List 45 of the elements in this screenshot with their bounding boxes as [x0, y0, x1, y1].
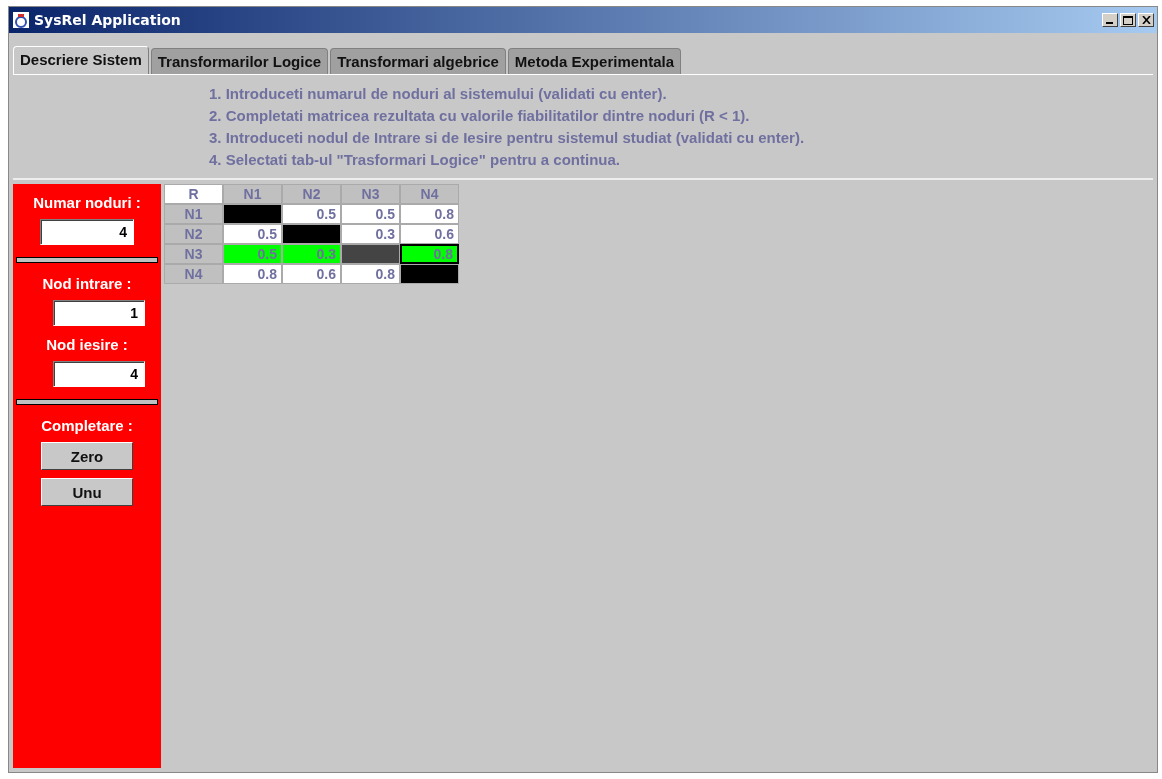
instruction-line: 2. Completati matricea rezultata cu valorile fiabilitatilor dintre noduri (R < 1).: [209, 107, 751, 124]
entry-node-field[interactable]: 1: [53, 300, 145, 326]
exit-node-field[interactable]: 4: [53, 361, 145, 387]
window-title: SysRel Application: [34, 12, 181, 28]
matrix-cell[interactable]: 0.5: [223, 224, 282, 244]
row-header: N4: [164, 264, 223, 284]
instruction-line: 3. Introduceti nodul de Intrare si de Iesire pentru sistemul studiat (validati cu enter).: [209, 129, 806, 146]
close-button[interactable]: [1138, 13, 1154, 27]
column-header: N3: [341, 184, 400, 204]
row-header: N1: [164, 204, 223, 224]
tab[interactable]: Transformarilor Logice: [150, 48, 329, 74]
column-header: N2: [282, 184, 341, 204]
close-icon: [1141, 16, 1151, 24]
node-count-field[interactable]: 4: [40, 219, 134, 245]
instruction-line: 1. Introduceti numarul de noduri al sistemului (validati cu enter).: [209, 85, 668, 102]
node-count-label: Numar noduri :: [33, 194, 141, 211]
tab[interactable]: Descriere Sistem: [13, 46, 149, 74]
matrix-cell[interactable]: 0.5: [341, 204, 400, 224]
maximize-icon: [1123, 15, 1133, 25]
app-icon: [12, 11, 30, 29]
tab[interactable]: Transformari algebrice: [330, 48, 506, 74]
tab[interactable]: Metoda Experimentala: [507, 48, 682, 74]
corner-header: R: [164, 184, 223, 204]
matrix-cell[interactable]: 0.6: [282, 264, 341, 284]
fill-button[interactable]: Unu: [41, 478, 133, 506]
matrix-cell[interactable]: 0.8: [341, 264, 400, 284]
fill-button[interactable]: Zero: [41, 442, 133, 470]
matrix-cell[interactable]: 0.6: [400, 224, 459, 244]
fill-label: Completare :: [41, 417, 133, 434]
exit-node-label: Nod iesire :: [46, 336, 128, 353]
entry-node-label: Nod intrare :: [42, 275, 132, 292]
matrix-cell[interactable]: 0.8: [400, 244, 459, 264]
row-header: N3: [164, 244, 223, 264]
row-header: N2: [164, 224, 223, 244]
maximize-button[interactable]: [1120, 13, 1136, 27]
minimize-button[interactable]: [1102, 13, 1118, 27]
instruction-line: 4. Selectati tab-ul "Trasformari Logice" pentru a continua.: [209, 151, 621, 168]
column-header: N4: [400, 184, 459, 204]
matrix-cell[interactable]: 0.8: [223, 264, 282, 284]
matrix-cell[interactable]: 0.5: [223, 244, 282, 264]
matrix-cell[interactable]: 0.3: [341, 224, 400, 244]
matrix-cell[interactable]: 0.5: [282, 204, 341, 224]
matrix-cell[interactable]: 0.8: [400, 204, 459, 224]
column-header: N1: [223, 184, 282, 204]
matrix-cell[interactable]: 0.3: [282, 244, 341, 264]
